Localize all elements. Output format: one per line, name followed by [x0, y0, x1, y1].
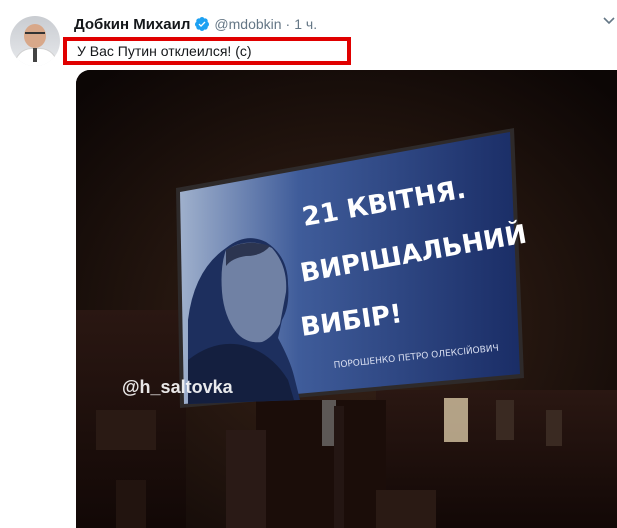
billboard-photo: 21 КВІТНЯ. ВИРІШАЛЬНИЙ ВИБІР! ПОРОШЕНКО … — [76, 70, 617, 528]
tweet-header: Добкин Михаил @mdobkin · 1 ч. — [74, 14, 317, 34]
verified-badge-icon — [195, 17, 210, 31]
tweet-time[interactable]: 1 ч. — [294, 16, 317, 32]
chevron-down-icon[interactable] — [603, 14, 615, 26]
tweet-photo[interactable]: 21 КВІТНЯ. ВИРІШАЛЬНИЙ ВИБІР! ПОРОШЕНКО … — [76, 70, 617, 528]
tweet: Добкин Михаил @mdobkin · 1 ч. У Вас Пути… — [0, 0, 617, 528]
user-name[interactable]: Добкин Михаил — [74, 16, 190, 33]
watermark: @h_saltovka — [122, 377, 234, 397]
avatar-tie — [33, 48, 37, 62]
tweet-text: У Вас Путин отклеился! (с) — [77, 43, 252, 59]
highlight-box: У Вас Путин отклеился! (с) — [63, 37, 351, 65]
user-handle[interactable]: @mdobkin — [214, 16, 281, 32]
avatar[interactable] — [10, 16, 60, 66]
separator-dot: · — [285, 16, 291, 32]
avatar-glasses — [25, 32, 45, 38]
